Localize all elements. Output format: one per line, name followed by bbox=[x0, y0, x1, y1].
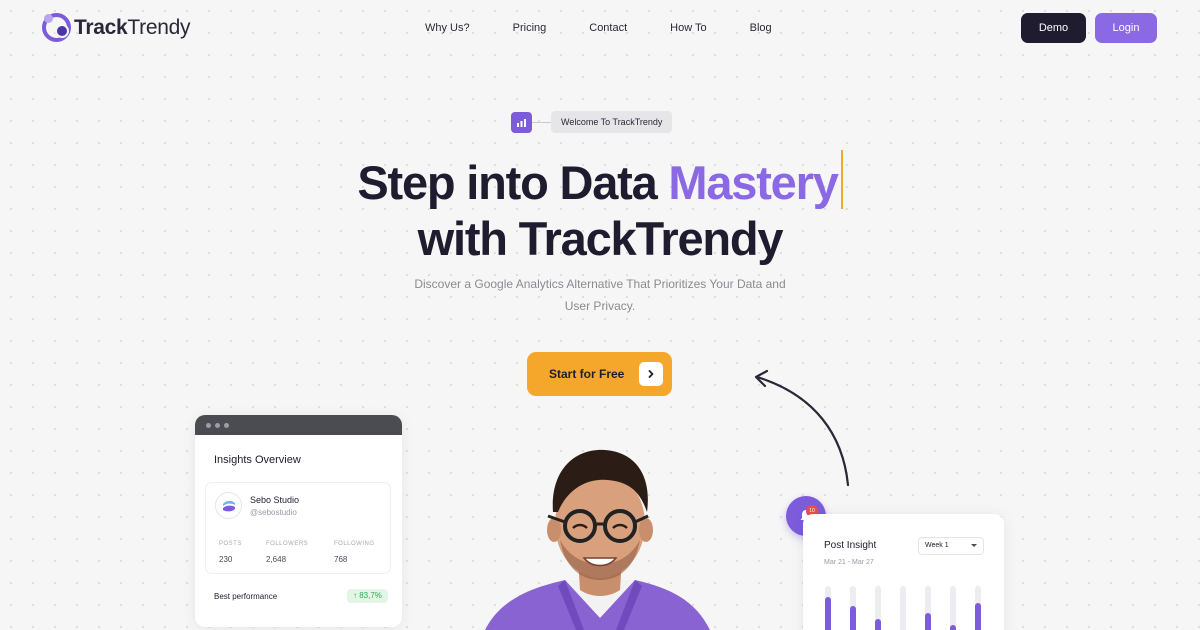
bar-track bbox=[925, 586, 931, 630]
bar-track bbox=[950, 586, 956, 630]
post-insight-date: Mar 21 - Mar 27 bbox=[824, 559, 874, 566]
welcome-label: Welcome To TrackTrendy bbox=[551, 111, 673, 133]
insights-title: Insights Overview bbox=[214, 454, 301, 466]
window-dot bbox=[206, 422, 211, 428]
brand-name: TrackTrendy bbox=[74, 15, 191, 39]
week-select[interactable]: Week 1 bbox=[918, 537, 984, 555]
stat-value-followers: 2,648 bbox=[266, 555, 287, 564]
stat-label-following: FOLLOWING bbox=[334, 541, 375, 547]
performance-badge: ↑ 83,7% bbox=[347, 589, 388, 603]
post-insight-card: Post Insight Mar 21 - Mar 27 Week 1 bbox=[803, 514, 1004, 630]
hero-title-line2: with TrackTrendy bbox=[417, 212, 784, 265]
bar-track bbox=[975, 586, 981, 630]
post-insight-title: Post Insight bbox=[824, 540, 877, 551]
bar-fill bbox=[950, 625, 956, 630]
stat-value-posts: 230 bbox=[219, 555, 233, 564]
best-performance-label: Best performance bbox=[214, 592, 278, 601]
bar-track bbox=[900, 586, 906, 630]
window-dot bbox=[215, 422, 220, 428]
logo-mark-icon bbox=[42, 13, 71, 42]
window-dot bbox=[224, 422, 229, 428]
bar-fill bbox=[875, 619, 881, 630]
nav-link-blog[interactable]: Blog bbox=[750, 21, 772, 35]
sebo-logo-icon bbox=[222, 500, 235, 511]
bar-track bbox=[875, 586, 881, 630]
bar-fill bbox=[850, 606, 856, 630]
welcome-tag: Welcome To TrackTrendy bbox=[511, 111, 673, 133]
chevron-right-icon bbox=[639, 362, 663, 386]
brand-logo[interactable]: TrackTrendy bbox=[42, 13, 190, 42]
cta-label: Start for Free bbox=[549, 367, 625, 381]
person-photo bbox=[485, 449, 710, 630]
start-free-button[interactable]: Start for Free bbox=[527, 352, 672, 396]
profile-box: Sebo Studio @sebostudio POSTS 230 FOLLOW… bbox=[205, 482, 391, 574]
hero-title-line1: Step into Data Mastery bbox=[0, 150, 1200, 212]
main-nav: Why Us? Pricing Contact How To Blog bbox=[425, 21, 772, 35]
divider bbox=[532, 121, 551, 123]
window-titlebar bbox=[195, 415, 402, 435]
bar-track bbox=[850, 586, 856, 630]
profile-name: Sebo Studio bbox=[250, 495, 300, 505]
avatar bbox=[215, 492, 242, 519]
profile-handle: @sebostudio bbox=[250, 508, 297, 517]
bar-fill bbox=[925, 613, 931, 630]
curved-arrow-icon bbox=[754, 369, 850, 487]
bar-track bbox=[825, 586, 831, 630]
post-insight-bars bbox=[803, 586, 1004, 630]
nav-link-why-us[interactable]: Why Us? bbox=[425, 21, 470, 35]
demo-button[interactable]: Demo bbox=[1021, 13, 1086, 43]
stat-value-following: 768 bbox=[334, 555, 348, 564]
stat-label-posts: POSTS bbox=[219, 541, 242, 547]
chevron-down-icon bbox=[971, 544, 977, 547]
hero-title-accent: Mastery bbox=[668, 156, 838, 209]
stat-label-followers: FOLLOWERS bbox=[266, 541, 309, 547]
nav-link-contact[interactable]: Contact bbox=[589, 21, 627, 35]
bar-fill bbox=[825, 597, 831, 630]
chart-icon bbox=[511, 111, 532, 133]
text-caret bbox=[840, 150, 843, 209]
bar-fill bbox=[975, 603, 981, 630]
nav-link-how-to[interactable]: How To bbox=[670, 21, 706, 35]
nav-link-pricing[interactable]: Pricing bbox=[513, 21, 547, 35]
insights-overview-card: Insights Overview Sebo Studio @sebostudi… bbox=[195, 415, 402, 627]
hero-subtitle: Discover a Google Analytics Alternative … bbox=[414, 277, 786, 313]
login-button[interactable]: Login bbox=[1095, 13, 1157, 43]
